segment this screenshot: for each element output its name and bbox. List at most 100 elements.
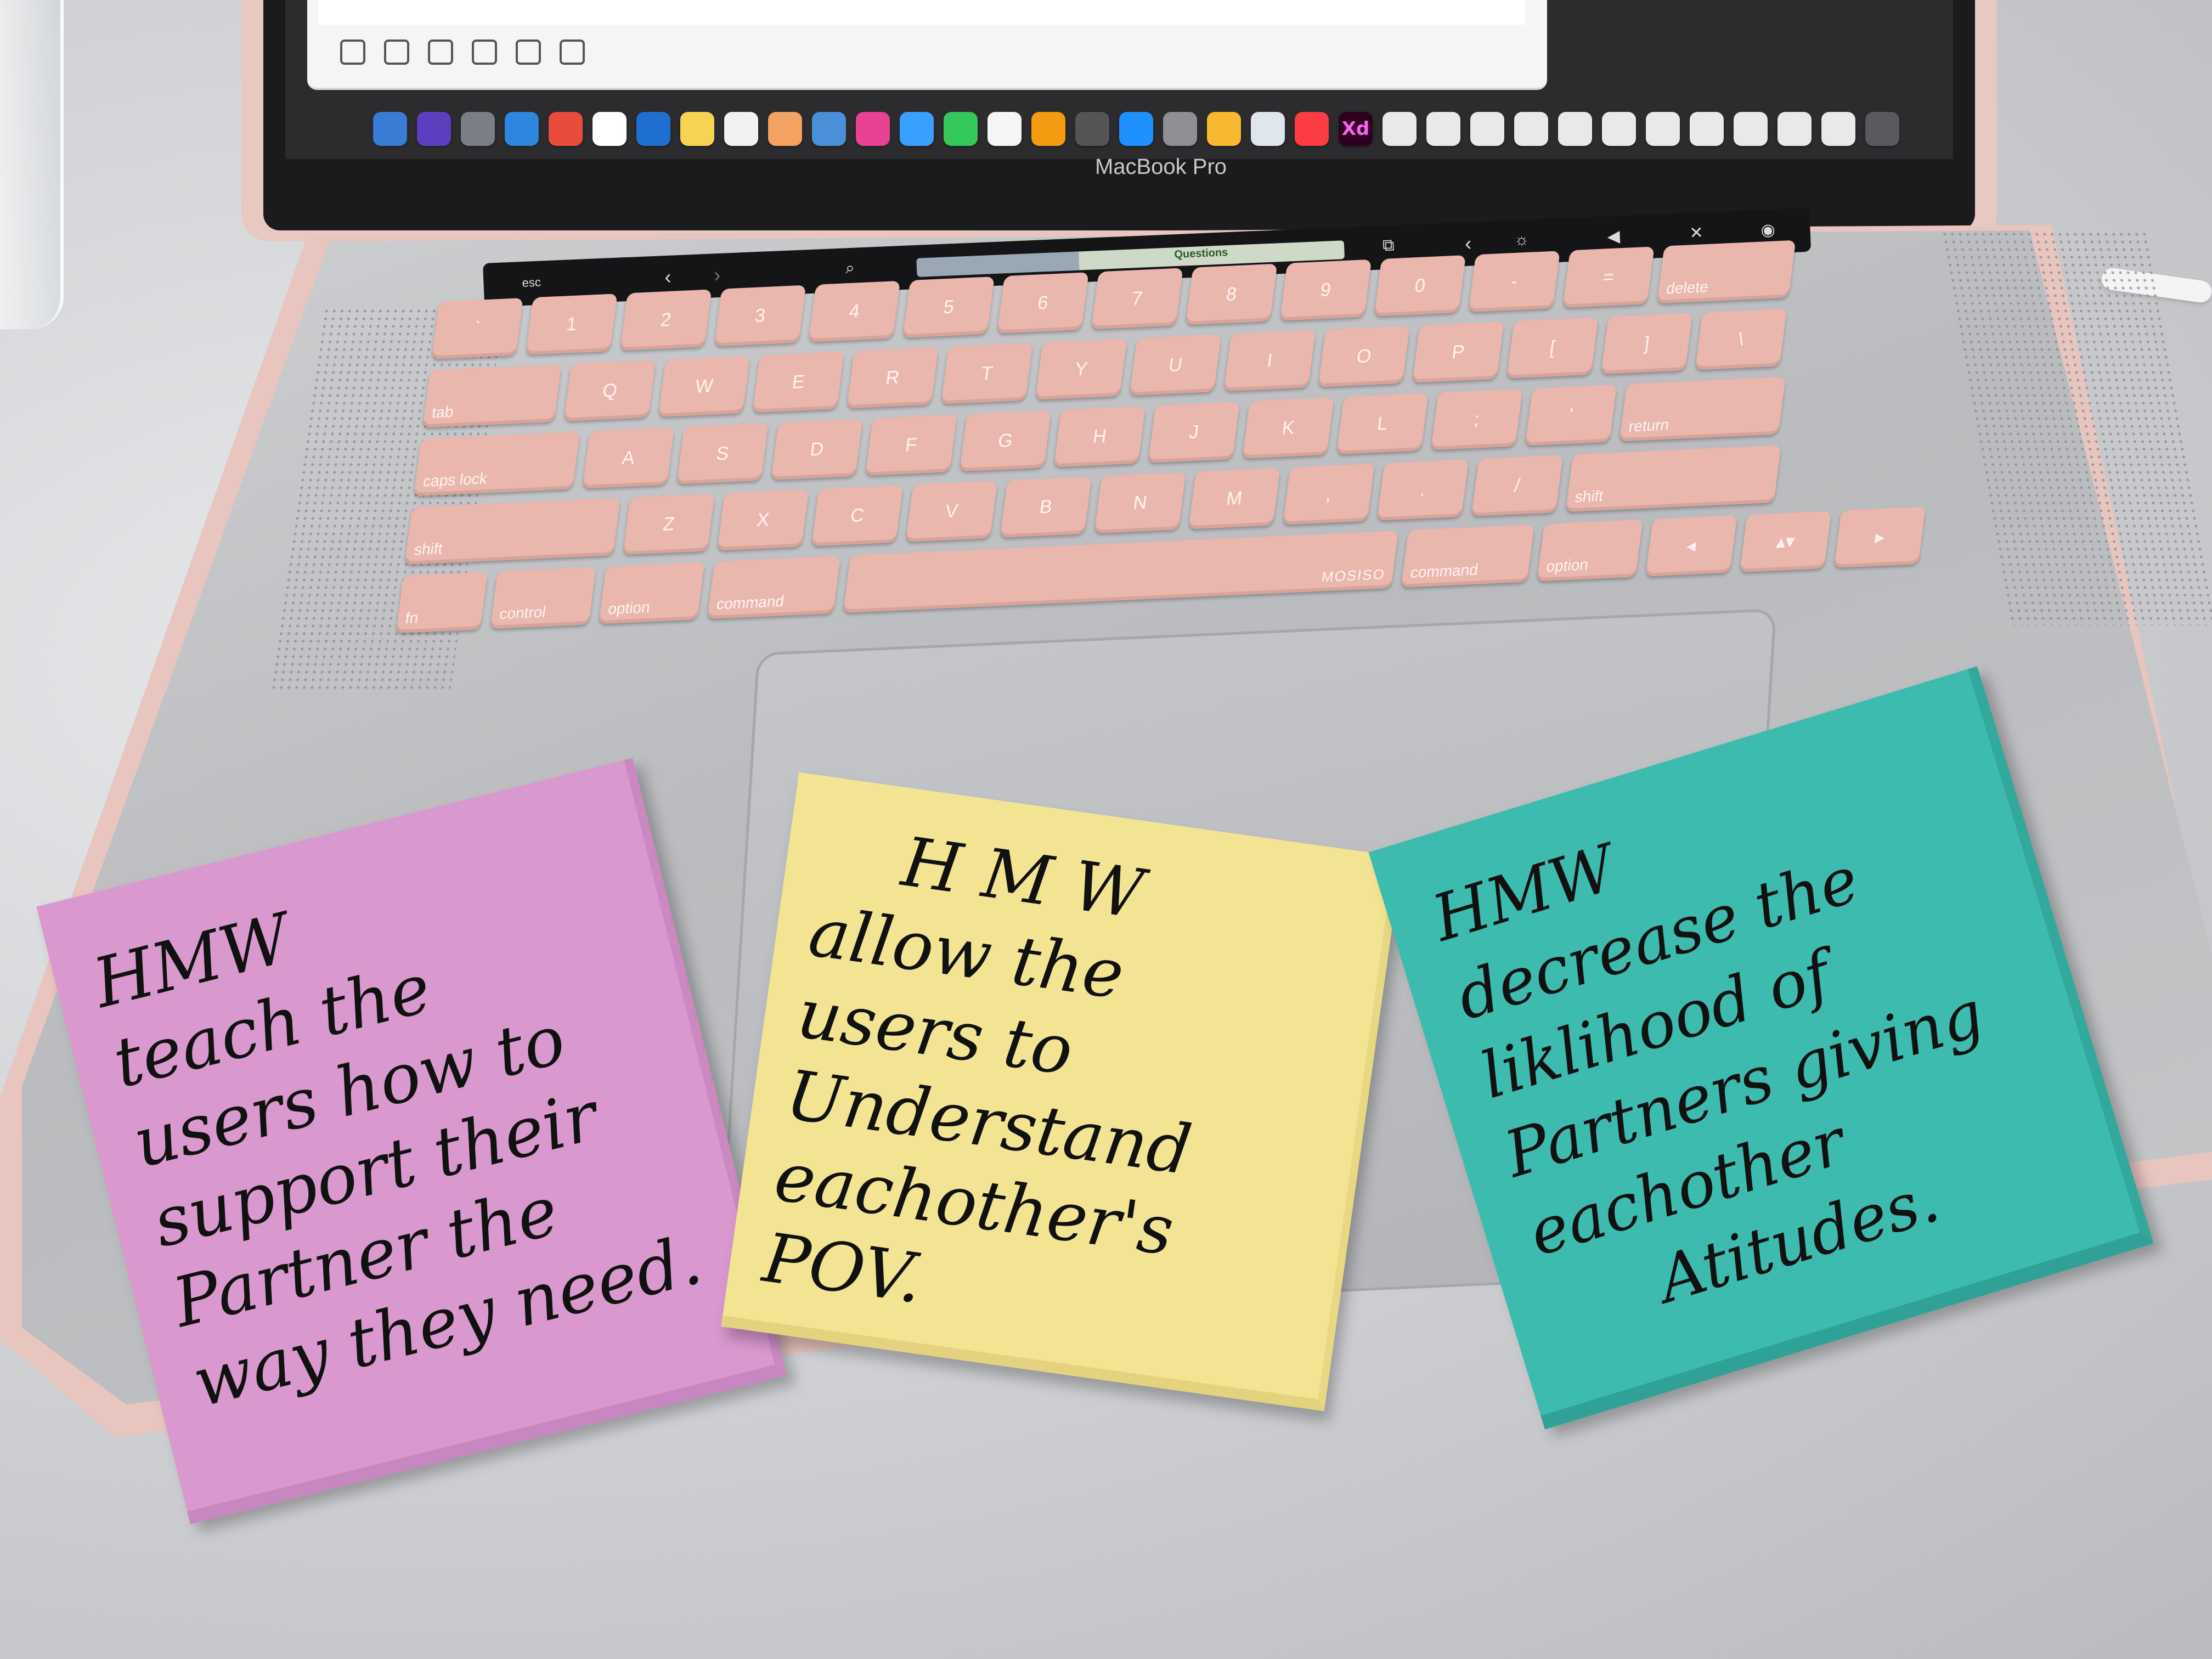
brightness-icon[interactable]: ☼	[1514, 230, 1530, 250]
keyboard-key[interactable]: K	[1242, 397, 1334, 459]
keyboard-key[interactable]: F	[865, 414, 957, 476]
keyboard-key[interactable]: G	[959, 410, 1052, 472]
left-shift-key[interactable]: shift	[404, 498, 620, 565]
left-option-key[interactable]: option	[599, 562, 705, 624]
keyboard-key[interactable]: X	[717, 489, 809, 551]
document-thumbnail-icon[interactable]	[1778, 112, 1812, 146]
music-icon[interactable]	[1295, 112, 1329, 146]
keyboard-key[interactable]: `	[431, 298, 523, 359]
siri-icon[interactable]: ◉	[1760, 220, 1776, 240]
layers-tool-icon[interactable]	[472, 40, 497, 65]
right-command-key[interactable]: command	[1401, 524, 1535, 588]
keyboard-key[interactable]: 7	[1091, 268, 1183, 330]
keyboard-key[interactable]: \	[1695, 308, 1787, 370]
keyboard-key[interactable]: '	[1525, 384, 1617, 446]
right-arrow-key[interactable]: ▸	[1833, 506, 1926, 568]
keyboard-key[interactable]: 0	[1374, 255, 1466, 317]
messages-icon[interactable]	[900, 112, 934, 146]
left-command-key[interactable]: command	[707, 556, 841, 619]
keyboard-key[interactable]: ]	[1600, 313, 1693, 375]
keyboard-key[interactable]: W	[658, 356, 751, 417]
trello-icon[interactable]	[636, 112, 670, 146]
fn-key[interactable]: fn	[396, 572, 488, 634]
facetime-icon[interactable]	[944, 112, 978, 146]
keyboard-key[interactable]: 5	[902, 276, 995, 338]
document-thumbnail-icon[interactable]	[1514, 112, 1548, 146]
keyboard-key[interactable]: Q	[563, 360, 656, 421]
keyboard-key[interactable]: 1	[526, 294, 618, 355]
app-store-icon[interactable]	[1119, 112, 1153, 146]
collapse-chevron-icon[interactable]: ‹	[1464, 232, 1472, 255]
textedit-icon[interactable]	[988, 112, 1022, 146]
document-thumbnail-icon[interactable]	[1602, 112, 1636, 146]
keyboard-key[interactable]: Y	[1035, 338, 1127, 400]
keyboard-key[interactable]: O	[1318, 325, 1410, 387]
safari-icon[interactable]	[505, 112, 539, 146]
slide-tool-icon[interactable]	[384, 40, 409, 65]
keyboard-key[interactable]: 3	[714, 285, 806, 347]
app-icon[interactable]	[1075, 112, 1109, 146]
document-thumbnail-icon[interactable]	[1426, 112, 1460, 146]
image-capture-icon[interactable]	[1251, 112, 1285, 146]
keyboard-key[interactable]: 8	[1185, 263, 1278, 325]
screenshot-icon[interactable]: ⧉	[1382, 236, 1395, 255]
control-key[interactable]: control	[490, 567, 596, 629]
touch-bar-esc[interactable]: esc	[522, 275, 541, 290]
left-arrow-key[interactable]: ◂	[1645, 515, 1737, 577]
keyboard-key[interactable]: 6	[997, 272, 1089, 334]
keyboard-key[interactable]: /	[1471, 455, 1564, 517]
keyboard-key[interactable]: B	[1000, 476, 1092, 538]
system-preferences-icon[interactable]	[1163, 112, 1197, 146]
keyboard-key[interactable]: 9	[1279, 259, 1372, 321]
keyboard-key[interactable]: U	[1129, 334, 1222, 396]
launchpad-icon[interactable]	[461, 112, 495, 146]
share-tool-icon[interactable]	[516, 40, 541, 65]
document-thumbnail-icon[interactable]	[1734, 112, 1768, 146]
siri-icon[interactable]	[417, 112, 451, 146]
document-thumbnail-icon[interactable]	[1646, 112, 1680, 146]
reminders-icon[interactable]	[724, 112, 758, 146]
keyboard-key[interactable]: V	[905, 481, 998, 542]
tab-key[interactable]: tab	[422, 364, 562, 428]
keyboard-key[interactable]: 4	[808, 280, 901, 342]
books-icon[interactable]	[1031, 112, 1065, 146]
slack-icon[interactable]	[856, 112, 890, 146]
comment-tool-icon[interactable]	[428, 40, 453, 65]
document-thumbnail-icon[interactable]	[1558, 112, 1592, 146]
keyboard-key[interactable]: =	[1562, 246, 1655, 308]
keyboard-key[interactable]: M	[1188, 467, 1280, 529]
search-icon[interactable]: ⌕	[845, 259, 855, 278]
up-down-arrow-key[interactable]: ▴▾	[1740, 511, 1832, 572]
forward-chevron-icon[interactable]: ›	[713, 263, 721, 286]
keyboard-key[interactable]: I	[1223, 330, 1316, 392]
keyboard-key[interactable]: .	[1376, 459, 1469, 521]
notes-icon[interactable]	[680, 112, 714, 146]
return-key[interactable]: return	[1619, 376, 1786, 442]
document-thumbnail-icon[interactable]	[1821, 112, 1855, 146]
keyboard-key[interactable]: C	[811, 484, 904, 546]
volume-icon[interactable]: ◀	[1607, 227, 1621, 246]
keyboard-key[interactable]: ;	[1431, 388, 1523, 450]
trash-icon[interactable]	[1865, 112, 1899, 146]
caps-lock-key[interactable]: caps lock	[413, 431, 580, 496]
keyboard-key[interactable]: R	[847, 347, 939, 409]
keyboard-key[interactable]: H	[1053, 405, 1146, 467]
calendar-icon[interactable]	[592, 112, 627, 146]
space-bar[interactable]: MOSISO	[843, 531, 1399, 613]
document-thumbnail-icon[interactable]	[1690, 112, 1724, 146]
keyboard-key[interactable]: D	[771, 419, 863, 480]
back-chevron-icon[interactable]: ‹	[664, 266, 672, 289]
photos-icon[interactable]	[768, 112, 802, 146]
keyboard-key[interactable]: P	[1412, 321, 1504, 383]
keyboard-key[interactable]: S	[676, 422, 769, 484]
keyboard-key[interactable]: E	[752, 351, 845, 413]
crop-tool-icon[interactable]	[340, 40, 365, 65]
keyboard-key[interactable]: -	[1468, 251, 1560, 312]
right-option-key[interactable]: option	[1537, 519, 1643, 582]
document-thumbnail-icon[interactable]	[1383, 112, 1417, 146]
mute-icon[interactable]: ✕	[1689, 223, 1704, 243]
document-thumbnail-icon[interactable]	[1470, 112, 1504, 146]
keyboard-key[interactable]: T	[941, 342, 1033, 404]
keyboard-key[interactable]: [	[1506, 317, 1599, 379]
chrome-icon[interactable]	[549, 112, 583, 146]
